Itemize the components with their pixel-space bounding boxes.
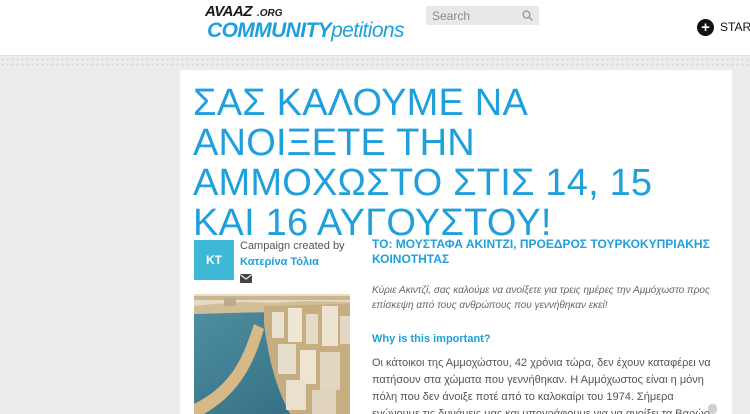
decorative-dotted-strip [0, 57, 750, 67]
start-petition-button[interactable]: + STAR [697, 18, 750, 36]
petition-photo [194, 294, 350, 414]
envelope-icon[interactable] [240, 274, 252, 283]
creator-name-link[interactable]: Κατερίνα Τόλια [240, 256, 319, 268]
petition-intro: Κύριε Ακιντζί, σας καλούμε να ανοίξετε γ… [372, 285, 710, 311]
campaign-created-by-label: Campaign created by [240, 240, 345, 252]
search-input[interactable] [426, 6, 518, 25]
search-box [426, 6, 539, 25]
site-header: AVAAZ .ORG COMMUNITYpetitions + STAR [0, 0, 750, 56]
petition-title: ΣΑΣ ΚΑΛΟΥΜΕ ΝΑ ΑΝΟΙΞΕΤΕ ΤΗΝ ΑΜΜΟΧΩΣΤΟ ΣΤ… [193, 82, 653, 244]
petition-recipient: TO: ΜΟΥΣΤΑΦΑ ΑΚΙΝΤΖΙ, ΠΡΟΕΔΡΟΣ ΤΟΥΡΚΟΚΥΠ… [372, 237, 710, 266]
start-petition-label: STAR [720, 20, 750, 34]
famagusta-coast-image [194, 294, 350, 414]
scroll-to-top-handle[interactable] [708, 404, 717, 414]
search-icon[interactable] [522, 10, 533, 21]
avaaz-community-petitions-logo[interactable]: AVAAZ .ORG COMMUNITYpetitions [205, 3, 405, 49]
plus-circle-icon: + [697, 18, 714, 36]
avatar[interactable]: KT [194, 240, 234, 280]
logo-petitions-word: petitions [331, 19, 404, 42]
logo-community-text: COMMUNITYpetitions [207, 19, 405, 43]
logo-org-text: .ORG [257, 8, 283, 19]
why-important-heading: Why is this important? [372, 333, 491, 345]
petition-body: Οι κάτοικοι της Αμμοχώστου, 42 χρόνια τώ… [372, 357, 714, 414]
logo-avaaz-text: AVAAZ [205, 3, 252, 20]
logo-community-word: COMMUNITY [207, 19, 332, 42]
